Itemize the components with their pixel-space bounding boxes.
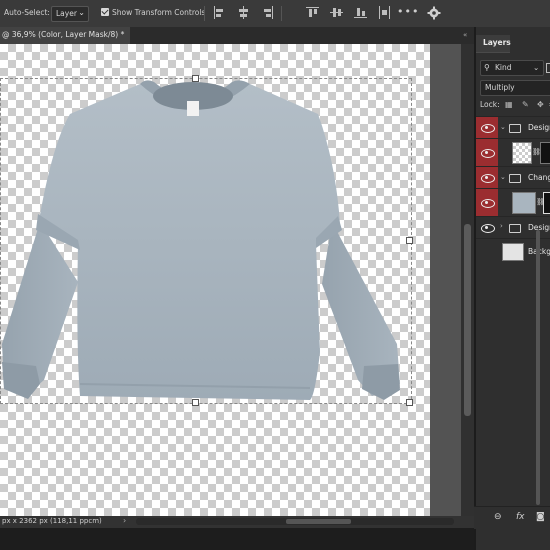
kind-filter-dropdown[interactable]: ⚲ Kind ⌄ [480, 60, 544, 76]
lock-transparent-icon[interactable]: ▦ [505, 100, 513, 109]
document-tab[interactable]: @ 36,9% (Color, Layer Mask/8) * [0, 27, 130, 44]
layer-name[interactable]: Design I [528, 123, 550, 132]
auto-select-label: Auto-Select: [4, 8, 50, 17]
auto-select-dropdown[interactable]: Layer ⌄ [51, 6, 89, 22]
chevron-right-icon[interactable]: › [123, 516, 126, 525]
fx-icon[interactable]: fx [516, 512, 525, 522]
chevron-right-icon[interactable]: › [500, 222, 503, 230]
layer-thumbnail[interactable] [512, 192, 536, 214]
canvas-vertical-scrollbar[interactable] [461, 44, 474, 516]
folder-icon [509, 224, 521, 233]
layer-mask-thumbnail[interactable] [543, 192, 550, 214]
tab-layers-label: Layers [483, 38, 511, 47]
status-bar: px x 2362 px (118,11 ppcm) › [0, 516, 474, 528]
align-right-icon[interactable] [261, 6, 274, 19]
document-tab-bar: @ 36,9% (Color, Layer Mask/8) * [0, 27, 474, 44]
align-top-icon[interactable] [306, 6, 319, 19]
bottom-area [0, 528, 474, 550]
visibility-toggle[interactable] [476, 189, 498, 217]
canvas-area[interactable] [0, 44, 461, 516]
layer-row[interactable]: ⌄ Change [476, 166, 550, 189]
collapse-panels-icon[interactable]: « [463, 31, 467, 39]
auto-select-value: Layer [56, 9, 77, 18]
gear-icon[interactable] [427, 6, 441, 20]
show-transform-label: Show Transform Controls [112, 8, 206, 17]
kind-filter-label: Kind [495, 63, 512, 72]
pasteboard [430, 44, 461, 516]
document-tab-title: @ 36,9% (Color, Layer Mask/8) * [2, 30, 125, 39]
layer-row[interactable]: ⌄ Design I [476, 116, 550, 139]
divider [281, 6, 282, 21]
visibility-toggle[interactable] [476, 167, 498, 189]
document-size-status: px x 2362 px (118,11 ppcm) [2, 517, 102, 525]
layer-thumbnail[interactable] [502, 243, 524, 261]
chevron-down-icon[interactable]: ⌄ [500, 123, 506, 131]
eye-icon [481, 174, 495, 183]
align-left-icon[interactable] [213, 6, 226, 19]
chevron-down-icon: ⌄ [78, 8, 85, 17]
mask-icon[interactable]: ◙ [536, 512, 545, 522]
blend-mode-value: Multiply [485, 83, 515, 92]
align-bottom-icon[interactable] [354, 6, 367, 19]
filter-image-icon[interactable] [546, 63, 550, 73]
layer-mask-thumbnail[interactable] [540, 142, 550, 164]
scrollbar-thumb[interactable] [464, 224, 471, 416]
align-group-2 [306, 6, 391, 20]
align-middle-v-icon[interactable] [330, 6, 343, 19]
search-icon: ⚲ [484, 63, 490, 72]
distribute-icon[interactable] [378, 6, 391, 19]
sweater-image [2, 80, 400, 400]
show-transform-checkbox[interactable] [101, 8, 109, 16]
lock-position-icon[interactable]: ✥ [537, 100, 544, 109]
scrollbar-thumb[interactable] [286, 519, 351, 524]
link-icon[interactable]: ⊖ [494, 512, 502, 522]
layer-name[interactable]: Change [528, 173, 550, 182]
lock-label: Lock: [480, 100, 500, 109]
layers-scrollbar[interactable] [536, 230, 540, 505]
more-options-icon[interactable]: ••• [397, 5, 419, 18]
eye-icon [481, 149, 495, 158]
layer-thumbnail[interactable] [512, 142, 532, 164]
layer-row[interactable]: ⛓ [476, 138, 550, 167]
divider [204, 6, 205, 21]
folder-icon [509, 174, 521, 183]
visibility-toggle[interactable] [476, 139, 498, 167]
lock-paint-icon[interactable]: ✎ [522, 100, 529, 109]
align-group-1 [213, 6, 274, 20]
eye-icon [481, 124, 495, 133]
visibility-toggle[interactable] [476, 117, 498, 139]
options-bar: Auto-Select: Layer ⌄ Show Transform Cont… [0, 0, 550, 28]
blend-mode-dropdown[interactable]: Multiply [480, 80, 550, 96]
visibility-toggle[interactable] [476, 239, 498, 265]
align-center-h-icon[interactable] [237, 6, 250, 19]
eye-icon [481, 199, 495, 208]
layers-panel-footer: ⊖ fx ◙ [474, 506, 550, 529]
eye-icon [481, 224, 495, 233]
chevron-down-icon[interactable]: ⌄ [500, 173, 506, 181]
tab-layers[interactable]: Layers [476, 35, 511, 53]
folder-icon [509, 124, 521, 133]
chevron-down-icon: ⌄ [533, 63, 540, 72]
layer-row[interactable]: ⛓ [476, 188, 550, 217]
visibility-toggle[interactable] [476, 217, 498, 239]
canvas-horizontal-scrollbar[interactable] [136, 518, 454, 525]
